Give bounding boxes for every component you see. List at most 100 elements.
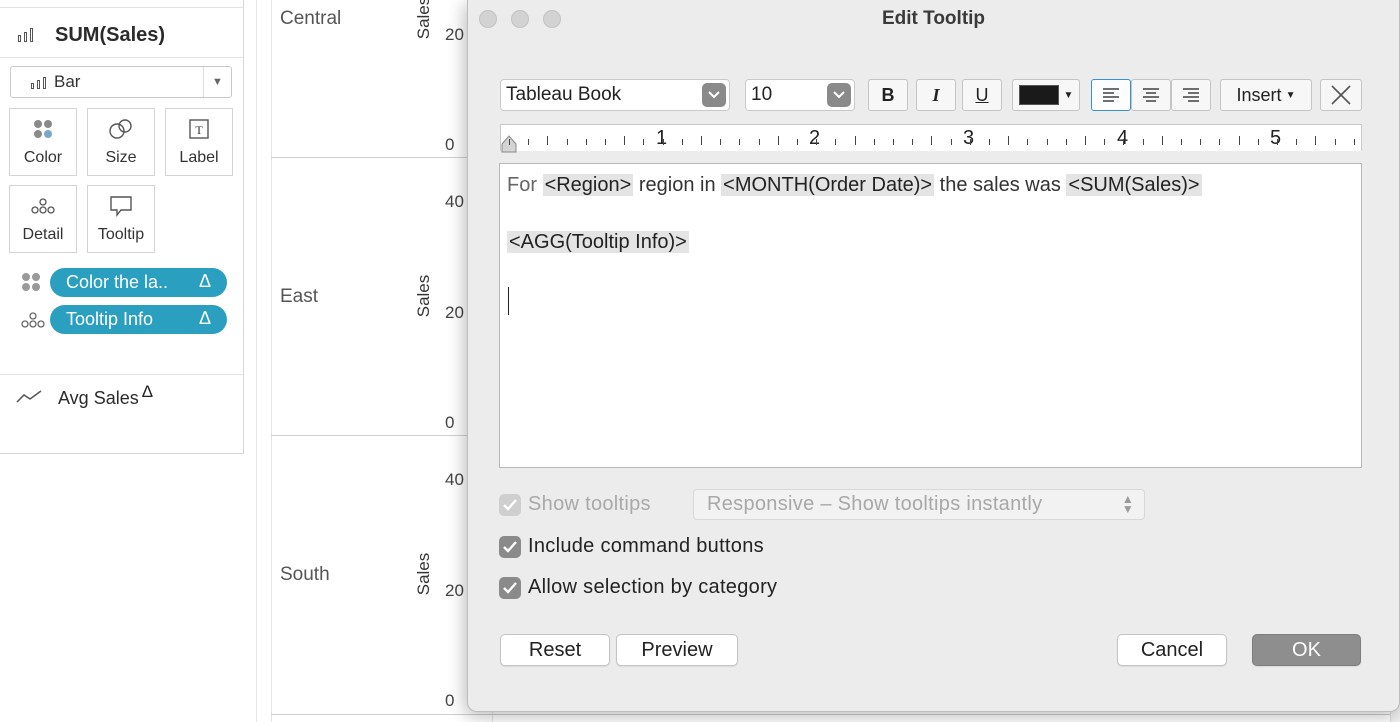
pill-label: Tooltip Info (66, 309, 154, 329)
region-header-central: Central (280, 8, 342, 29)
window-zoom-button[interactable] (543, 10, 561, 28)
chevron-down-icon[interactable] (702, 83, 726, 107)
detail-label: Detail (22, 226, 64, 243)
tooltip-responsiveness-value: Responsive – Show tooltips instantly (707, 493, 1043, 515)
bold-button[interactable]: B (868, 79, 908, 111)
marks-card-header[interactable]: SUM(Sales) (18, 20, 165, 50)
text-caret (508, 287, 509, 315)
axis-tick: 0 (445, 691, 455, 710)
divider (256, 0, 257, 722)
calculation-delta-icon: Δ (198, 308, 211, 328)
align-center-icon (1143, 88, 1159, 102)
include-command-buttons-label: Include command buttons (528, 535, 764, 557)
ruler-tick (969, 139, 971, 145)
ruler-tick (585, 139, 587, 145)
tooltip-text-editor[interactable]: For <Region> region in <MONTH(Order Date… (499, 163, 1362, 468)
ok-button[interactable]: OK (1252, 634, 1361, 666)
insert-label: Insert (1236, 84, 1282, 105)
font-color-swatch (1018, 85, 1059, 105)
ruler-tick (681, 139, 683, 145)
align-left-button[interactable] (1091, 79, 1131, 111)
dialog-titlebar[interactable]: Edit Tooltip (468, 0, 1399, 38)
show-tooltips-label: Show tooltips (528, 493, 651, 515)
ruler-tick (1123, 139, 1125, 145)
ruler-tick (662, 139, 664, 145)
show-tooltips-checkbox[interactable] (499, 494, 521, 516)
ruler-tick (1046, 139, 1048, 145)
underline-button[interactable]: U (962, 79, 1002, 111)
ruler-tick (1334, 139, 1336, 145)
color-label: Color (23, 149, 63, 166)
axis-label-sales: Sales (414, 274, 433, 318)
tooltip-label: Tooltip (97, 226, 145, 243)
insert-menu-button[interactable]: Insert ▼ (1220, 79, 1312, 111)
ruler-number: 2 (809, 127, 821, 149)
italic-button[interactable]: I (916, 79, 956, 111)
field-token-month-order-date: <MONTH(Order Date)> (721, 174, 935, 196)
ruler-tick (1257, 139, 1259, 145)
axis-tick: 20 (445, 303, 464, 322)
mark-type-dropdown[interactable]: Bar ▼ (10, 66, 232, 98)
ruler-tick (509, 139, 510, 145)
checkmark-icon (503, 582, 517, 594)
tooltip-field-pill[interactable]: Tooltip Info Δ (50, 305, 227, 334)
ruler-tick (1065, 139, 1067, 145)
tooltip-icon (109, 194, 133, 218)
up-down-chevron-icon: ▲ ▼ (1121, 492, 1134, 516)
edit-tooltip-dialog: Edit Tooltip Tableau Book 10 B I U ▼ Ins… (467, 0, 1400, 712)
font-color-picker[interactable]: ▼ (1012, 79, 1080, 111)
pane-divider (271, 714, 1400, 715)
font-family-select[interactable]: Tableau Book (500, 79, 730, 111)
ruler-tick (816, 139, 818, 145)
color-field-pill[interactable]: Color the la.. Δ (50, 268, 227, 297)
ruler-tick (912, 139, 914, 145)
ruler-tick (528, 139, 530, 145)
axis-tick: 0 (445, 413, 455, 432)
ruler-tick (1277, 139, 1278, 145)
font-size-value: 10 (751, 84, 773, 105)
include-command-buttons-checkbox[interactable] (499, 536, 521, 558)
bar-chart-icon (18, 28, 33, 42)
tooltip-responsiveness-select[interactable]: Responsive – Show tooltips instantly ▲ ▼ (693, 489, 1145, 520)
ruler-tick (720, 139, 722, 145)
tooltip-line-2: <AGG(Tooltip Info)> (507, 231, 689, 254)
label-button[interactable]: T Label (165, 108, 233, 176)
ruler-tick (854, 136, 856, 145)
axis-label-sales: Sales (414, 552, 433, 596)
chevron-down-icon[interactable] (827, 83, 851, 107)
align-center-button[interactable] (1131, 79, 1171, 111)
cancel-button[interactable]: Cancel (1117, 634, 1227, 666)
axis-tick: 20 (445, 581, 464, 600)
reset-button[interactable]: Reset (500, 634, 610, 666)
ruler-tick (777, 136, 779, 145)
ruler-tick (797, 139, 798, 145)
size-button[interactable]: Size (87, 108, 155, 176)
text-ruler: 1 2 3 4 5 (500, 124, 1362, 153)
size-icon (108, 117, 134, 141)
window-close-button[interactable] (479, 10, 497, 28)
size-label: Size (105, 149, 137, 166)
tooltip-button[interactable]: Tooltip (87, 185, 155, 253)
detail-icon (30, 194, 56, 218)
ruler-tick (739, 139, 741, 145)
ruler-tick (989, 139, 990, 145)
avg-sales-marks-header[interactable]: Avg Sales Δ (16, 382, 153, 409)
detail-button[interactable]: Detail (9, 185, 77, 253)
ruler-number: 1 (656, 127, 668, 149)
preview-button[interactable]: Preview (616, 634, 738, 666)
ruler-tick (1008, 136, 1010, 145)
field-token-sum-sales: <SUM(Sales)> (1066, 174, 1202, 196)
window-minimize-button[interactable] (511, 10, 529, 28)
ruler-tick (1142, 139, 1144, 145)
divider (271, 0, 272, 722)
clear-formatting-button[interactable] (1320, 79, 1362, 111)
font-size-select[interactable]: 10 (745, 79, 855, 111)
static-text: the sales was (934, 174, 1067, 196)
region-header-south: South (280, 564, 330, 585)
color-button[interactable]: Color (9, 108, 77, 176)
chevron-down-icon[interactable]: ▼ (203, 67, 231, 97)
region-header-east: East (280, 286, 319, 307)
align-right-button[interactable] (1171, 79, 1211, 111)
allow-selection-checkbox[interactable] (499, 577, 521, 599)
ruler-tick (605, 139, 606, 145)
